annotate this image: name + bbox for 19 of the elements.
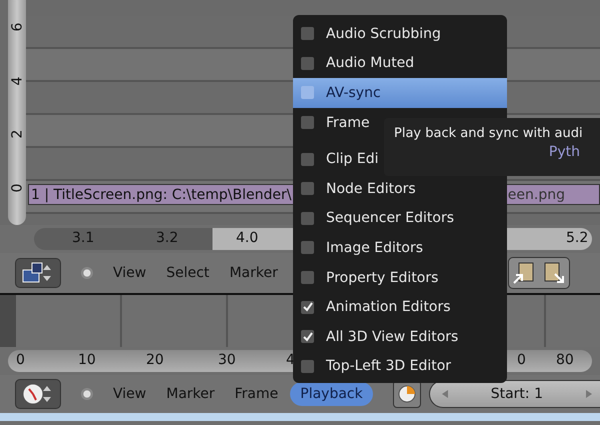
- ruler-label: 5.2: [566, 230, 588, 246]
- tooltip-text: Play back and sync with audi: [394, 126, 584, 141]
- ruler-label: 0: [517, 352, 526, 368]
- ruler-label: 20: [146, 352, 164, 368]
- ruler-label: 80: [556, 352, 574, 368]
- strip-label: 1 | TitleScreen.png: C:\temp\Blender\: [31, 186, 292, 202]
- strip-label: een.png: [508, 186, 565, 202]
- axis-label: 4: [9, 76, 25, 86]
- axis-label: 0: [9, 184, 25, 193]
- ruler-label: 10: [78, 352, 96, 368]
- ruler-label: 3.2: [156, 230, 178, 246]
- python-text: Pyth: [548, 144, 580, 160]
- ruler-label: 4: [286, 352, 295, 368]
- axis-label: 6: [9, 22, 25, 32]
- ruler-label: 3.1: [72, 230, 94, 246]
- ruler-label: 30: [218, 352, 236, 368]
- ruler-label: 4.0: [236, 230, 258, 246]
- axis-label: 2: [9, 130, 25, 139]
- ruler-label: 0: [16, 352, 25, 368]
